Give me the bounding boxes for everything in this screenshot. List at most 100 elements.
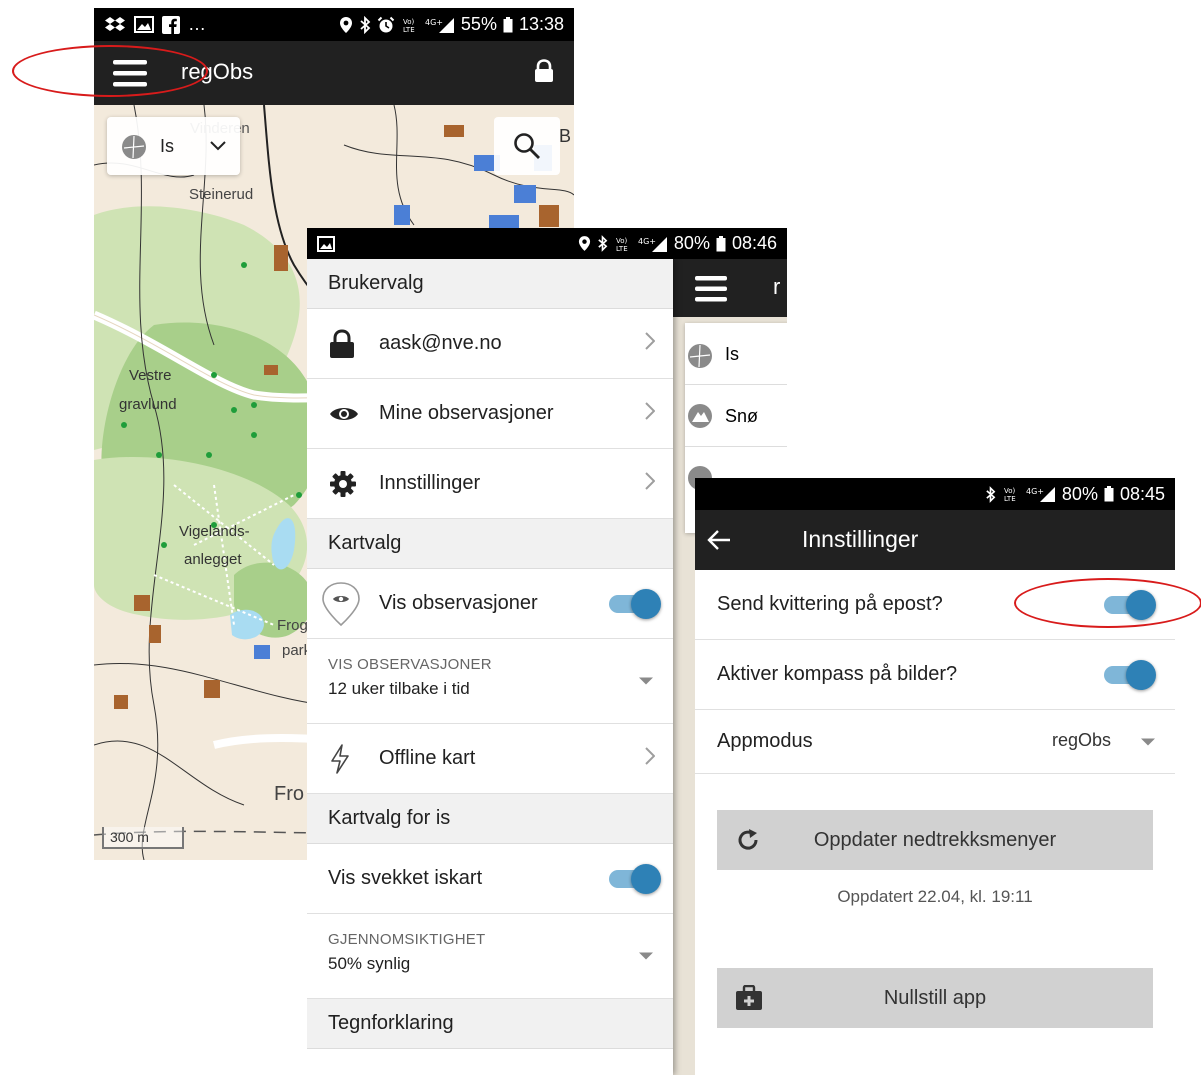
observation-period-value: 12 uker tilbake i tid	[328, 679, 470, 698]
show-observations-toggle[interactable]	[609, 588, 661, 619]
app-bar: regObs	[94, 41, 574, 105]
svg-text:LTE: LTE	[1004, 495, 1016, 503]
lock-icon[interactable]	[534, 59, 554, 83]
search-button[interactable]	[494, 117, 560, 175]
layer-selector[interactable]: Is	[107, 117, 240, 175]
background-layer-label: Is	[725, 344, 740, 364]
back-arrow-icon[interactable]	[707, 529, 731, 551]
background-layer-label: Snø	[725, 406, 759, 426]
navigation-drawer: Brukervalg aask@nve.no Mine observasjone…	[307, 259, 673, 1075]
menu-item-my-observations[interactable]: Mine observasjoner	[307, 379, 673, 449]
menu-item-account[interactable]: aask@nve.no	[307, 309, 673, 379]
setting-compass[interactable]: Aktiver kompass på bilder?	[695, 640, 1175, 710]
bluetooth-icon	[597, 235, 608, 252]
menu-item-settings[interactable]: Innstillinger	[307, 449, 673, 519]
battery-percent: 80%	[1061, 483, 1098, 504]
menu-item-label: Mine observasjoner	[379, 402, 554, 424]
dropbox-icon	[104, 16, 126, 34]
map-label: B	[559, 126, 572, 146]
menu-item-label: Vis svekket iskart	[328, 867, 483, 889]
reset-app-button[interactable]: Nullstill app	[717, 968, 1153, 1028]
section-header-brukervalg: Brukervalg	[307, 259, 673, 309]
map-label: Vestre	[129, 367, 172, 384]
background-layer-item: Snø	[685, 385, 787, 447]
chevron-right-icon	[645, 401, 656, 426]
ice-layer-icon	[121, 134, 147, 160]
clock: 08:45	[1119, 483, 1165, 504]
send-receipt-toggle[interactable]	[1104, 590, 1156, 620]
map-label: gravlund	[119, 396, 177, 413]
background-title: r	[773, 274, 781, 299]
status-bar: Vo) LTE 4G+ 80% 08:45	[695, 478, 1175, 510]
app-title: regObs	[181, 59, 254, 84]
svg-text:4G+: 4G+	[425, 18, 443, 27]
snow-layer-icon	[687, 403, 713, 429]
dropdown-arrow-icon	[639, 677, 653, 685]
setting-send-receipt[interactable]: Send kvittering på epost?	[695, 570, 1175, 640]
page-title: Innstillinger	[802, 526, 919, 552]
more-notifications: …	[188, 14, 206, 34]
dropdown-arrow-icon	[639, 952, 653, 960]
status-bar: … Vo) LTE 4G+ 55% 13:38	[94, 8, 574, 41]
bluetooth-icon	[359, 15, 371, 34]
menu-item-show-observations[interactable]: Vis observasjoner	[307, 569, 673, 639]
map-label: Vigelands-	[179, 523, 250, 540]
composite-screenshot: … Vo) LTE 4G+ 55% 13:38 regObs Steinerud…	[0, 0, 1201, 1075]
signal-icon: 4G+	[638, 235, 668, 253]
menu-item-label: Innstillinger	[379, 472, 481, 494]
update-dropdowns-button[interactable]: Oppdater nedtrekksmenyer	[717, 810, 1153, 870]
chevron-right-icon	[645, 471, 656, 496]
section-header-tegnforklaring[interactable]: Tegnforklaring	[307, 999, 673, 1049]
transparency-value: 50% synlig	[328, 954, 411, 973]
app-bar: Innstillinger	[695, 510, 1175, 570]
svg-text:Vo): Vo)	[403, 18, 415, 26]
layer-selector-value: Is	[160, 136, 175, 156]
map-label: anlegget	[184, 551, 242, 568]
svg-text:4G+: 4G+	[638, 237, 656, 246]
hamburger-menu-icon[interactable]	[113, 59, 147, 87]
volte-icon: Vo) LTE	[614, 235, 632, 253]
svg-text:LTE: LTE	[616, 245, 628, 253]
battery-icon	[716, 235, 726, 252]
first-aid-kit-icon	[735, 985, 763, 1011]
button-label: Nullstill app	[883, 986, 987, 1009]
location-icon	[339, 16, 353, 34]
phone-settings-screen: Vo) LTE 4G+ 80% 08:45 Innstillinger Send …	[695, 478, 1175, 1075]
menu-item-label: Offline kart	[379, 747, 476, 769]
menu-item-offline-maps[interactable]: Offline kart	[307, 724, 673, 794]
location-icon	[578, 235, 591, 252]
map-scale: 300 m	[102, 827, 184, 849]
battery-icon	[503, 16, 513, 33]
signal-icon: 4G+	[425, 16, 455, 34]
menu-item-weak-ice-map[interactable]: Vis svekket iskart	[307, 844, 673, 914]
svg-text:4G+: 4G+	[1026, 487, 1044, 496]
svg-text:Vo): Vo)	[1004, 487, 1016, 495]
chevron-down-icon	[210, 141, 226, 151]
setting-label: Appmodus	[717, 730, 813, 752]
setting-app-mode[interactable]: Appmodus regObs	[695, 710, 1175, 774]
transparency-select[interactable]: GJENNOMSIKTIGHET 50% synlig	[307, 914, 673, 999]
svg-text:LTE: LTE	[403, 26, 415, 34]
dropdown-arrow-icon	[1141, 738, 1155, 745]
observation-marker-icon	[321, 581, 361, 627]
map-label: Steinerud	[189, 186, 254, 203]
setting-label: Aktiver kompass på bilder?	[717, 663, 958, 685]
section-header-kartvalg-for-is: Kartvalg for is	[307, 794, 673, 844]
battery-icon	[1104, 486, 1114, 502]
chevron-right-icon	[645, 746, 656, 771]
transparency-label: GJENNOMSIKTIGHET	[328, 931, 486, 948]
section-header-kartvalg: Kartvalg	[307, 519, 673, 569]
observation-period-select[interactable]: VIS OBSERVASJONER 12 uker tilbake i tid	[307, 639, 673, 724]
alarm-icon	[377, 16, 395, 34]
map-label: Fro	[274, 783, 304, 805]
compass-toggle[interactable]	[1104, 660, 1156, 690]
refresh-icon	[735, 827, 761, 853]
volte-icon: Vo) LTE	[1002, 485, 1020, 503]
weak-ice-map-toggle[interactable]	[609, 863, 661, 894]
button-label: Oppdater nedtrekksmenyer	[813, 828, 1057, 851]
ice-layer-icon	[687, 343, 713, 369]
search-icon	[513, 132, 541, 160]
battery-percent: 80%	[673, 233, 710, 253]
observation-period-label: VIS OBSERVASJONER	[328, 656, 492, 673]
svg-text:Vo): Vo)	[616, 237, 628, 245]
